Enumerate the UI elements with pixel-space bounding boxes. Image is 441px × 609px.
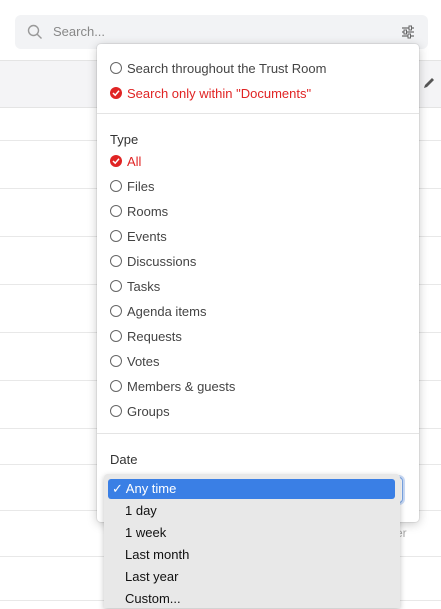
section-divider [97, 113, 419, 114]
radio-unchecked-icon [110, 280, 122, 292]
type-option-agenda-items[interactable]: Agenda items [110, 303, 207, 319]
radio-unchecked-icon [110, 330, 122, 342]
radio-checked-icon [110, 155, 122, 167]
type-option-label: Agenda items [127, 303, 207, 319]
type-option-label: Votes [127, 353, 160, 369]
type-option-votes[interactable]: Votes [110, 353, 160, 369]
date-option-1-week[interactable]: 1 week [108, 523, 395, 543]
type-option-events[interactable]: Events [110, 228, 167, 244]
scope-option-trust-room[interactable]: Search throughout the Trust Room [110, 60, 326, 76]
date-option-any-time[interactable]: ✓ Any time [108, 479, 395, 499]
radio-unchecked-icon [110, 380, 122, 392]
radio-unchecked-icon [110, 355, 122, 367]
type-option-groups[interactable]: Groups [110, 403, 170, 419]
type-option-label: Events [127, 228, 167, 244]
search-input[interactable]: Search... [53, 24, 105, 39]
filter-settings-icon[interactable] [400, 24, 416, 45]
radio-checked-icon [110, 87, 122, 99]
radio-unchecked-icon [110, 205, 122, 217]
radio-unchecked-icon [110, 230, 122, 242]
search-icon [27, 24, 43, 45]
scope-option-label: Search only within "Documents" [127, 85, 312, 101]
type-option-label: Groups [127, 403, 170, 419]
pencil-icon[interactable] [422, 76, 436, 95]
type-section-title: Type [110, 132, 139, 147]
search-filter-panel: Search throughout the Trust Room Search … [97, 44, 419, 522]
type-option-label: Discussions [127, 253, 197, 269]
type-option-requests[interactable]: Requests [110, 328, 182, 344]
type-option-label: Tasks [127, 278, 161, 294]
type-option-discussions[interactable]: Discussions [110, 253, 196, 269]
section-divider [97, 433, 419, 434]
type-option-label: Rooms [127, 203, 169, 219]
date-section-title: Date [110, 452, 138, 467]
date-options-menu: ✓ Any time 1 day 1 week Last month Last … [104, 474, 400, 608]
date-option-custom[interactable]: Custom... [108, 589, 395, 609]
type-option-tasks[interactable]: Tasks [110, 278, 160, 294]
type-option-all[interactable]: All [110, 153, 141, 169]
scope-option-label: Search throughout the Trust Room [127, 60, 327, 76]
type-option-label: Members & guests [127, 378, 236, 394]
type-option-rooms[interactable]: Rooms [110, 203, 168, 219]
type-option-members-guests[interactable]: Members & guests [110, 378, 235, 394]
date-option-last-month[interactable]: Last month [108, 545, 395, 565]
radio-unchecked-icon [110, 405, 122, 417]
type-option-label: Requests [127, 328, 182, 344]
type-option-label: All [127, 153, 142, 169]
radio-unchecked-icon [110, 62, 122, 74]
scope-option-documents[interactable]: Search only within "Documents" [110, 85, 311, 101]
radio-unchecked-icon [110, 305, 122, 317]
type-option-files[interactable]: Files [110, 178, 154, 194]
radio-unchecked-icon [110, 255, 122, 267]
date-option-last-year[interactable]: Last year [108, 567, 395, 587]
date-option-1-day[interactable]: 1 day [108, 501, 395, 521]
radio-unchecked-icon [110, 180, 122, 192]
type-option-label: Files [127, 178, 155, 194]
